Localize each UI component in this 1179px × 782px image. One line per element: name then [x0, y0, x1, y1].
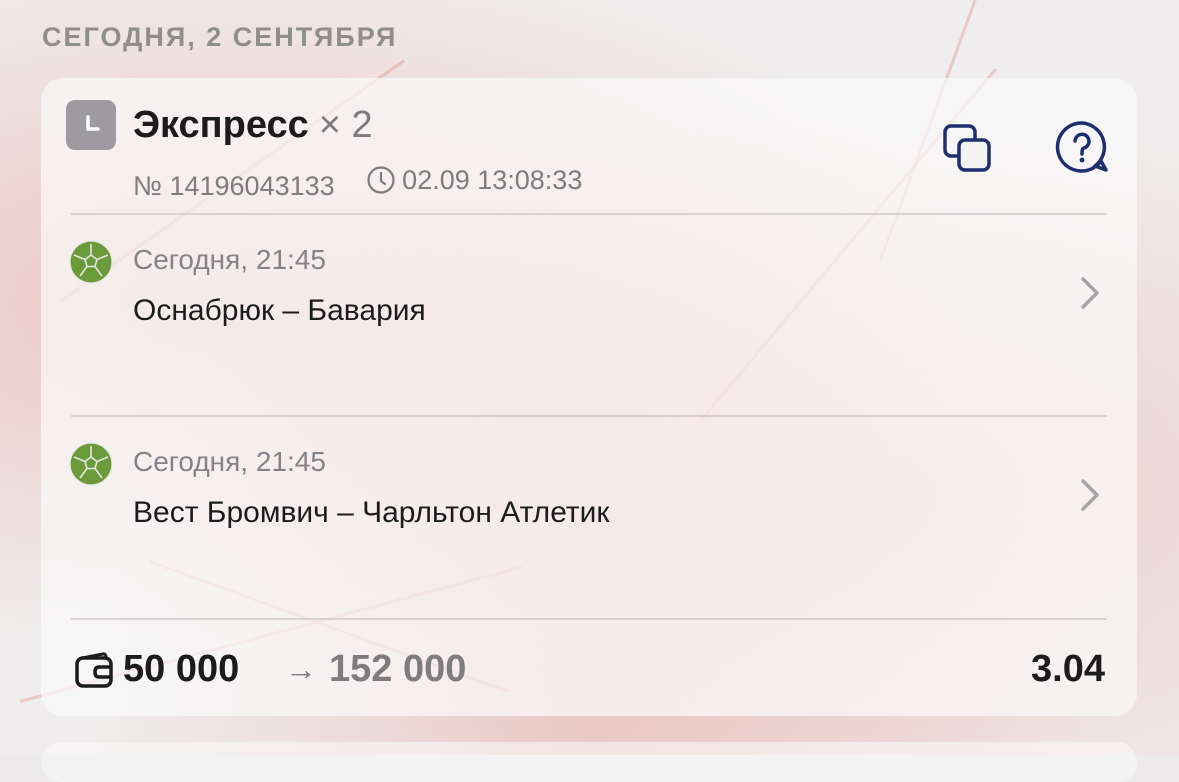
- copy-button[interactable]: [939, 120, 995, 176]
- divider: [71, 415, 1107, 417]
- football-icon: [69, 240, 113, 284]
- clock-badge-icon: [66, 100, 116, 150]
- bet-number: № 14196043133: [133, 171, 335, 201]
- event-time: Сегодня, 21:45: [133, 244, 326, 275]
- chevron-right-icon[interactable]: [1077, 476, 1103, 514]
- bet-card[interactable]: Экспресс × 2 № 14196043133 02.09 13:08:33: [41, 78, 1137, 716]
- payout-amount: 152 000: [329, 648, 467, 690]
- event-row[interactable]: Сегодня, 21:45 Вест Бромвич – Чарльтон А…: [41, 420, 1137, 610]
- divider: [71, 213, 1107, 215]
- chevron-right-icon[interactable]: [1077, 274, 1103, 312]
- event-time: Сегодня, 21:45: [133, 446, 326, 477]
- football-icon: [69, 442, 113, 486]
- event-name: Вест Бромвич – Чарльтон Атлетик: [133, 496, 610, 529]
- bet-title: Экспресс × 2: [133, 100, 373, 150]
- wallet-icon: [75, 652, 113, 688]
- help-button[interactable]: [1053, 118, 1111, 176]
- date-header: СЕГОДНЯ, 2 СЕНТЯБРЯ: [42, 22, 398, 52]
- event-row[interactable]: Сегодня, 21:45 Оснабрюк – Бавария: [41, 218, 1137, 408]
- question-chat-icon: [1055, 121, 1108, 173]
- bet-multiplier: × 2: [318, 104, 373, 146]
- stake-amount: 50 000: [123, 648, 240, 690]
- event-name: Оснабрюк – Бавария: [133, 294, 426, 327]
- divider: [71, 618, 1107, 620]
- bet-placed-time: 02.09 13:08:33: [366, 162, 582, 198]
- bet-footer: 50 000 → 152 000 3.04: [71, 644, 1107, 704]
- copy-icon: [943, 124, 991, 172]
- bet-meta: № 14196043133 02.09 13:08:33: [133, 162, 582, 204]
- arrow-right-icon: →: [285, 651, 317, 687]
- next-card[interactable]: [41, 742, 1137, 782]
- placed-time-text: 02.09 13:08:33: [402, 165, 583, 195]
- bet-type: Экспресс: [133, 104, 309, 146]
- coefficient: 3.04: [1031, 648, 1105, 690]
- clock-icon: [367, 166, 395, 194]
